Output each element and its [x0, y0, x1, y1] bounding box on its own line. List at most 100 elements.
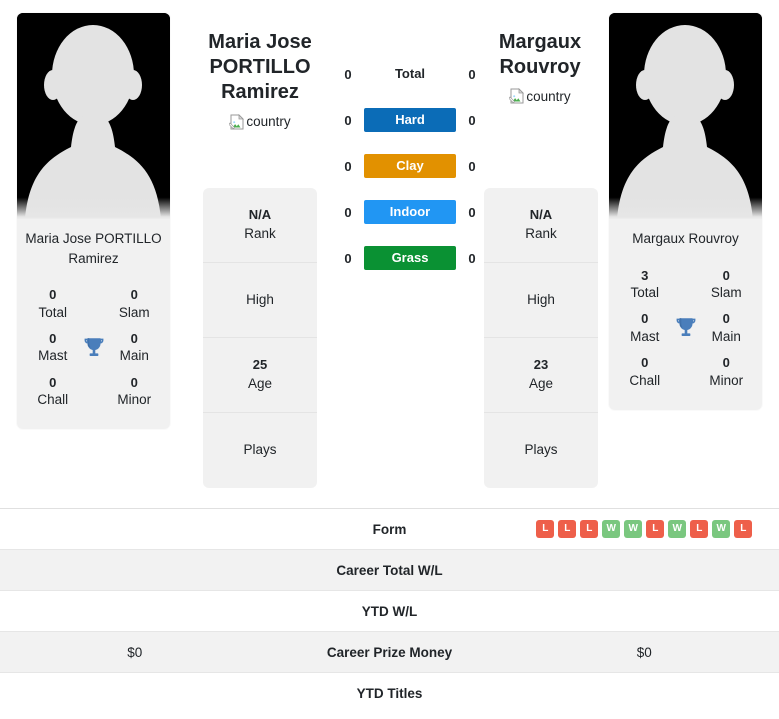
- titles-slam-left: 0 Slam: [111, 286, 159, 322]
- trophy-icon-slot-right: [669, 315, 703, 341]
- titles-total-left: 0 Total: [29, 286, 77, 322]
- titles-main-left: 0 Main: [111, 330, 159, 366]
- titles-minor-label-right: Minor: [709, 372, 744, 388]
- info-value: 23: [533, 357, 549, 373]
- form-badge-loss[interactable]: L: [646, 520, 665, 538]
- stat-label: Career Prize Money: [326, 644, 453, 660]
- titles-mast-label-left: Mast: [38, 348, 68, 364]
- player-name-line: PORTILLO: [209, 56, 311, 79]
- surface-right-value: 0: [468, 250, 476, 266]
- stat-label: Career Total W/L: [336, 562, 443, 578]
- surface-left-value: 0: [344, 66, 352, 82]
- trophy-icon: [676, 318, 695, 337]
- player-card-right[interactable]: Margaux Rouvroy 3 Total 0 Slam 0 Mast 0 …: [609, 13, 762, 410]
- titles-mast-value-right: 0: [641, 311, 649, 327]
- titles-main-value-left: 0: [130, 330, 138, 346]
- titles-grid-left: 0 Total 0 Slam 0 Mast 0 Main 0 Chall 0 M…: [17, 280, 170, 429]
- player-card-left[interactable]: Maria Jose PORTILLO Ramirez 0 Total 0 Sl…: [17, 13, 170, 430]
- titles-main-label-right: Main: [711, 328, 741, 344]
- titles-chall-right: 0 Chall: [621, 354, 669, 390]
- titles-slam-label-right: Slam: [710, 285, 742, 301]
- player-photo-left: [17, 13, 170, 219]
- surface-row-clay: 0 Clay 0: [340, 154, 480, 178]
- titles-minor-right: 0 Minor: [703, 354, 751, 390]
- info-label: High: [527, 291, 555, 307]
- surface-right-value: 0: [468, 66, 476, 82]
- info-row-age-left: 25 Age: [203, 338, 317, 413]
- player-comparison-page: Maria Jose PORTILLO Ramirez 0 Total 0 Sl…: [0, 0, 779, 719]
- titles-minor-left: 0 Minor: [111, 374, 159, 410]
- info-label: Plays: [524, 442, 558, 458]
- titles-chall-value-right: 0: [641, 355, 649, 371]
- avatar-silhouette-icon: [609, 13, 762, 219]
- surface-label-grass: Grass: [364, 246, 456, 270]
- titles-chall-label-left: Chall: [37, 392, 69, 408]
- info-row-high-right: High: [484, 263, 598, 338]
- broken-image-icon: [508, 88, 525, 104]
- avatar-silhouette-icon: [17, 13, 170, 219]
- titles-row-mast-main-right: 0 Mast 0 Main: [615, 308, 756, 348]
- player-name-line: Ramirez: [221, 81, 299, 104]
- stat-label: YTD W/L: [361, 603, 418, 619]
- stat-left-value: $0: [127, 644, 143, 660]
- player-info-card-left: N/A Rank High 25 Age Plays: [203, 188, 317, 488]
- info-label: Age: [247, 375, 273, 391]
- titles-row-mast-main-left: 0 Mast 0 Main: [23, 328, 164, 368]
- titles-slam-value-left: 0: [130, 287, 138, 303]
- photo-fade-overlay: [17, 197, 170, 219]
- surface-left-value: 0: [344, 158, 352, 174]
- info-label: High: [246, 291, 274, 307]
- titles-total-label-right: Total: [630, 285, 660, 301]
- titles-grid-right: 3 Total 0 Slam 0 Mast 0 Main 0 Chall 0 M…: [609, 261, 762, 410]
- titles-row-chall-minor-right: 0 Chall 0 Minor: [615, 348, 756, 396]
- country-alt-text-left: country: [246, 114, 291, 130]
- form-badge-win[interactable]: W: [712, 520, 731, 538]
- table-row: Career Total W/L: [0, 550, 779, 591]
- surface-left-value: 0: [344, 112, 352, 128]
- info-value: N/A: [529, 207, 553, 223]
- comparison-header-area: Maria Jose PORTILLO Ramirez 0 Total 0 Sl…: [0, 0, 779, 508]
- stat-right-value: $0: [636, 644, 652, 660]
- form-badge-loss[interactable]: L: [580, 520, 599, 538]
- form-badge-loss[interactable]: L: [734, 520, 753, 538]
- player-name-line: Rouvroy: [499, 56, 581, 79]
- trophy-icon-slot-left: [77, 335, 111, 361]
- player-card-name-right: Margaux Rouvroy: [632, 231, 739, 246]
- broken-image-icon: [228, 113, 245, 130]
- surface-row-total: 0 Total 0: [340, 62, 480, 86]
- info-label: Age: [528, 375, 554, 391]
- surface-label-total: Total: [394, 66, 426, 81]
- titles-main-value-right: 0: [722, 311, 730, 327]
- titles-row-total-slam-right: 3 Total 0 Slam: [615, 261, 756, 309]
- titles-mast-left: 0 Mast: [29, 330, 77, 366]
- country-flag-left: country: [175, 113, 345, 130]
- table-row: Form L L L W W L W L W L: [0, 509, 779, 550]
- table-row: YTD W/L: [0, 591, 779, 632]
- stat-label: YTD Titles: [356, 686, 423, 701]
- titles-total-label-left: Total: [38, 304, 68, 320]
- form-badge-loss[interactable]: L: [536, 520, 555, 538]
- titles-main-right: 0 Main: [703, 310, 751, 346]
- player-card-name-left: Maria Jose PORTILLO Ramirez: [25, 231, 162, 266]
- form-badge-win[interactable]: W: [624, 520, 643, 538]
- titles-row-total-slam-left: 0 Total 0 Slam: [23, 280, 164, 328]
- info-row-plays-right: Plays: [484, 413, 598, 488]
- form-badge-win[interactable]: W: [602, 520, 621, 538]
- form-badge-loss[interactable]: L: [558, 520, 577, 538]
- table-row: $0 Career Prize Money $0: [0, 632, 779, 673]
- titles-minor-label-left: Minor: [117, 392, 152, 408]
- titles-minor-value-left: 0: [130, 374, 138, 390]
- form-badge-loss[interactable]: L: [690, 520, 709, 538]
- info-value: N/A: [248, 207, 272, 223]
- titles-main-label-left: Main: [119, 348, 149, 364]
- form-strip: LLLWWLWLWL: [536, 520, 753, 538]
- surface-row-hard: 0 Hard 0: [340, 108, 480, 132]
- titles-total-value-left: 0: [49, 287, 57, 303]
- trophy-icon: [84, 338, 103, 356]
- info-value: 25: [252, 357, 268, 373]
- info-row-plays-left: Plays: [203, 413, 317, 488]
- surface-left-value: 0: [344, 250, 352, 266]
- form-badge-win[interactable]: W: [668, 520, 687, 538]
- surface-label-indoor: Indoor: [364, 200, 456, 224]
- info-label: Rank: [244, 225, 276, 241]
